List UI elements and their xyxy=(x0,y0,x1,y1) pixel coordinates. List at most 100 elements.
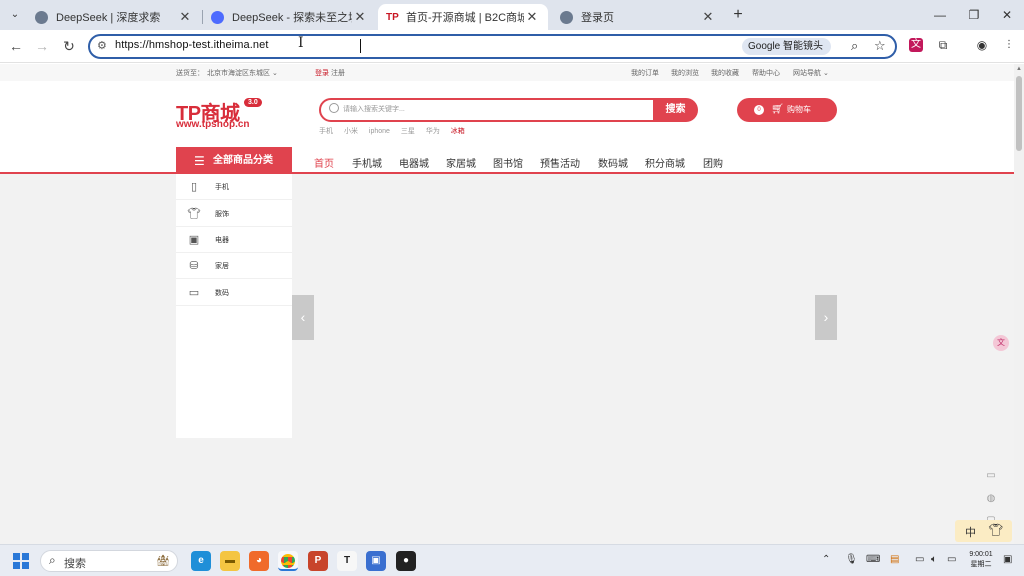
address-bar[interactable]: ⚙ https://hmshop-test.itheima.net Google… xyxy=(88,34,897,59)
chrome-icon[interactable] xyxy=(278,551,298,571)
battery-icon[interactable]: ▭ xyxy=(947,554,956,565)
chat-app-icon[interactable]: ▣ xyxy=(366,551,386,571)
site-info-icon[interactable]: ⚙ xyxy=(97,39,107,52)
reload-icon[interactable]: ↻ xyxy=(60,37,78,55)
my-orders-link[interactable]: 我的订单 xyxy=(631,68,659,78)
clock-time: 9:00:01 xyxy=(969,551,993,558)
carousel-prev-arrow-icon[interactable]: ‹ xyxy=(292,295,314,340)
tab-search-chevron-icon[interactable]: ⌄ xyxy=(6,7,24,23)
nav-digital-mall[interactable]: 数码城 xyxy=(598,155,628,170)
help-center-link[interactable]: 帮助中心 xyxy=(752,68,780,78)
category-item-apparel[interactable]: 👕︎ 服饰 xyxy=(176,201,292,227)
firefox-icon[interactable]: ◕ xyxy=(249,551,269,571)
logo-url: www.tpshop.cn xyxy=(176,119,250,130)
category-item-appliance[interactable]: ▣ 电器 xyxy=(176,227,292,253)
microphone-icon[interactable]: 🎙︎ xyxy=(845,554,858,565)
page-scrollbar[interactable]: ▲ xyxy=(1014,64,1024,544)
powerpoint-icon[interactable]: P xyxy=(308,551,328,571)
appliance-icon: ▣ xyxy=(188,234,200,246)
app-tray-icon[interactable]: ▤ xyxy=(890,554,899,565)
nav-group-buy[interactable]: 团购 xyxy=(703,155,723,170)
google-lens-button[interactable]: Google 智能镜头 xyxy=(742,38,832,55)
tab-deepseek-1[interactable]: DeepSeek | 深度求索 ✕ xyxy=(27,4,201,30)
minimize-button[interactable]: — xyxy=(932,6,948,24)
login-link[interactable]: 登录 xyxy=(315,68,329,78)
hot-word[interactable]: 手机 xyxy=(319,128,333,135)
cart-button[interactable]: 0 🛒︎ 购物车 xyxy=(737,98,837,122)
volume-icon[interactable]: 🔈︎ xyxy=(931,554,937,565)
search-button[interactable]: 搜索 xyxy=(653,98,698,122)
hot-word[interactable]: 小米 xyxy=(344,128,358,135)
all-categories-label: 全部商品分类 xyxy=(213,155,273,166)
extensions-puzzle-icon[interactable]: ⧉ xyxy=(936,38,950,52)
hot-word[interactable]: 华为 xyxy=(426,128,440,135)
nav-phone-mall[interactable]: 手机城 xyxy=(352,155,382,170)
my-favorites-link[interactable]: 我的收藏 xyxy=(711,68,739,78)
my-history-link[interactable]: 我的浏览 xyxy=(671,68,699,78)
tab-title: DeepSeek | 深度求索 xyxy=(56,12,161,24)
category-item-phone[interactable]: ▯ 手机 xyxy=(176,174,292,200)
network-icon[interactable]: ▭ xyxy=(915,554,924,565)
translate-float-icon[interactable]: 文 xyxy=(993,335,1009,351)
cart-icon: 🛒︎ xyxy=(771,104,784,115)
nav-home-mall[interactable]: 家居城 xyxy=(446,155,476,170)
maximize-button[interactable]: ❐ xyxy=(966,6,982,24)
tray-overflow-chevron-icon[interactable]: ⌃ xyxy=(822,554,830,565)
ime-mode-label[interactable]: 中 xyxy=(965,524,976,540)
more-menu-icon[interactable]: ⋮ xyxy=(1002,38,1016,52)
category-item-digital[interactable]: ▭ 数码 xyxy=(176,280,292,306)
tab-login[interactable]: 登录页 ✕ xyxy=(552,4,724,30)
taskbar-clock[interactable]: 9:00:01 星期二 xyxy=(963,550,999,570)
edge-icon[interactable]: e xyxy=(191,551,211,571)
recorder-icon[interactable]: ● xyxy=(396,551,416,571)
hot-word[interactable]: iphone xyxy=(369,128,390,135)
scroll-up-arrow-icon[interactable]: ▲ xyxy=(1016,66,1022,72)
close-window-button[interactable]: ✕ xyxy=(999,6,1015,24)
translate-extension-icon[interactable]: 文 xyxy=(909,38,923,52)
zoom-search-icon[interactable]: ⌕ xyxy=(851,38,858,54)
ime-tray-icon[interactable]: ⌨ xyxy=(866,554,880,565)
url-text[interactable]: https://hmshop-test.itheima.net xyxy=(115,39,269,51)
nav-points-mall[interactable]: 积分商城 xyxy=(645,155,685,170)
category-menu: ▯ 手机 👕︎ 服饰 ▣ 电器 ⛁ 家居 ▭ 数码 xyxy=(176,174,292,438)
tab-deepseek-2[interactable]: DeepSeek - 探索未至之境 ✕ xyxy=(203,4,376,30)
back-arrow-icon[interactable]: ← xyxy=(7,37,25,55)
tab-tpshop-home[interactable]: TP 首页-开源商城 | B2C商城 | B2B2C ✕ xyxy=(378,4,548,30)
category-item-home[interactable]: ⛁ 家居 xyxy=(176,253,292,279)
tab-close-icon[interactable]: ✕ xyxy=(352,9,368,25)
taskbar-search[interactable]: ⌕ 搜索 🏰︎ xyxy=(40,550,178,572)
notification-icon[interactable]: ▣ xyxy=(1003,554,1012,565)
tab-close-icon[interactable]: ✕ xyxy=(524,9,540,25)
bookmark-star-icon[interactable]: ☆ xyxy=(874,38,886,54)
nav-home[interactable]: 首页 xyxy=(314,155,334,170)
forward-arrow-icon[interactable]: → xyxy=(33,37,51,55)
hot-word[interactable]: 冰箱 xyxy=(451,128,465,135)
hot-word[interactable]: 三星 xyxy=(401,128,415,135)
profile-avatar-icon[interactable]: ◉ xyxy=(975,38,989,52)
browser-toolbar: ← → ↻ ⚙ https://hmshop-test.itheima.net … xyxy=(0,30,1024,63)
new-tab-button[interactable]: + xyxy=(729,6,747,24)
chat-bubble-icon[interactable]: ▭ xyxy=(982,467,1000,485)
register-link[interactable]: 注册 xyxy=(331,68,345,78)
site-nav-link[interactable]: 网站导航 ⌄ xyxy=(793,68,829,78)
site-header: TP商城 3.0 www.tpshop.cn 请输入搜索关键字... 搜索 手机… xyxy=(0,81,1014,175)
scroll-thumb[interactable] xyxy=(1016,76,1022,151)
nav-presale[interactable]: 预售活动 xyxy=(540,155,580,170)
list-icon: ☰ xyxy=(194,154,205,168)
carousel-next-arrow-icon[interactable]: › xyxy=(815,295,837,340)
search-input[interactable]: 请输入搜索关键字... xyxy=(319,98,655,122)
nav-library[interactable]: 图书馆 xyxy=(493,155,523,170)
nav-appliance-mall[interactable]: 电器城 xyxy=(399,155,429,170)
typora-icon[interactable]: T xyxy=(337,551,357,571)
category-label: 手机 xyxy=(215,184,229,191)
wechat-icon[interactable]: ◍ xyxy=(982,490,1000,508)
ime-skin-icon[interactable]: 👕︎ xyxy=(988,523,1003,537)
windows-start-icon[interactable] xyxy=(13,553,29,569)
location-select[interactable]: 北京市海淀区东城区 ⌄ xyxy=(207,68,278,78)
ime-toolbar[interactable]: 中 👕︎ xyxy=(955,520,1012,542)
tab-close-icon[interactable]: ✕ xyxy=(700,9,716,25)
tab-close-icon[interactable]: ✕ xyxy=(177,9,193,25)
shirt-icon: 👕︎ xyxy=(187,208,201,220)
all-categories-button[interactable]: ☰ 全部商品分类 xyxy=(176,147,292,175)
file-explorer-icon[interactable]: ▬ xyxy=(220,551,240,571)
